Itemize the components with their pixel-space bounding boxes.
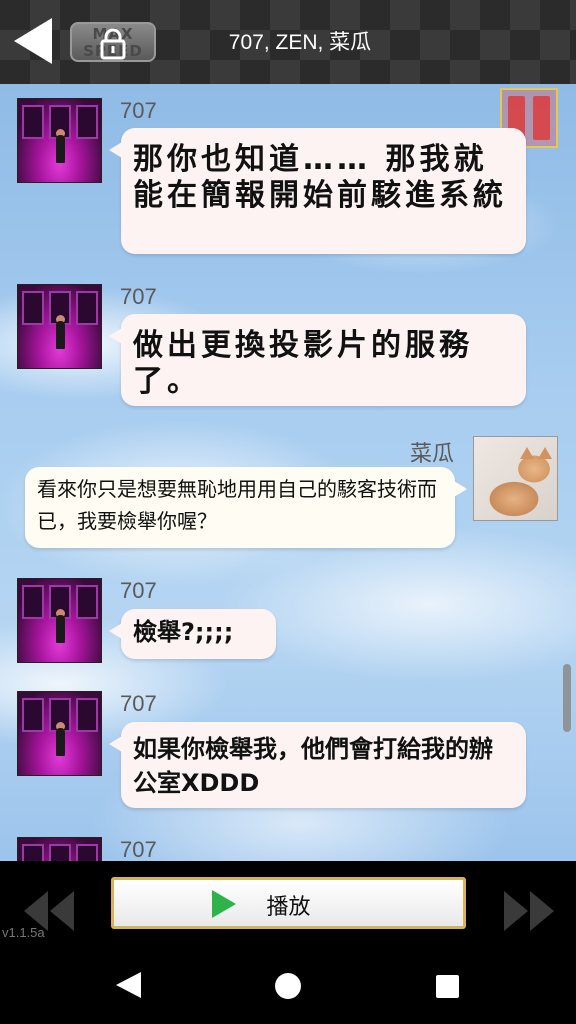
pause-icon-bar <box>533 96 550 140</box>
avatar-707[interactable] <box>17 284 102 369</box>
chat-header: MAX SPEED 707, ZEN, 菜瓜 <box>0 0 576 84</box>
sender-name: 707 <box>120 691 157 716</box>
lock-icon <box>100 28 126 60</box>
sender-name: 707 <box>120 284 157 309</box>
message-text: 做出更換投影片的服務了。 <box>133 328 473 399</box>
message-bubble: 如果你檢舉我，他們會打給我的辦公室XDDD <box>109 722 526 808</box>
playback-controls: v1.1.5a 播放 <box>0 861 576 943</box>
message-bubble: 那你也知道…… 那我就能在簡報開始前駭進系統 <box>109 128 526 254</box>
avatar-user[interactable] <box>473 436 558 521</box>
message-text: 那你也知道…… 那我就能在簡報開始前駭進系統 <box>133 142 507 213</box>
nav-home-icon[interactable] <box>275 973 301 999</box>
message-bubble: 看來你只是想要無恥地用用自己的駭客技術而已，我要檢舉你喔？ <box>25 467 467 548</box>
scrollbar[interactable] <box>563 664 571 732</box>
message-text: 檢舉?;;;; <box>133 618 234 646</box>
chat-log[interactable]: 707 那你也知道…… 那我就能在簡報開始前駭進系統 707 做出更換投影片的服… <box>0 84 576 861</box>
play-button[interactable]: 播放 <box>111 877 466 929</box>
max-speed-button[interactable]: MAX SPEED <box>70 22 156 62</box>
nav-recents-icon[interactable] <box>436 975 459 998</box>
back-arrow-icon <box>14 18 52 64</box>
chat-title: 707, ZEN, 菜瓜 <box>228 31 372 54</box>
sender-name: 707 <box>120 98 157 123</box>
avatar-707[interactable] <box>17 691 102 776</box>
message-bubble: 檢舉?;;;; <box>109 609 276 659</box>
nav-back-icon[interactable] <box>113 970 143 1000</box>
message-text: 看來你只是想要無恥地用用自己的駭客技術而已，我要檢舉你喔？ <box>37 477 437 533</box>
system-nav-bar <box>0 943 576 1024</box>
sender-name: 菜瓜 <box>410 441 455 466</box>
avatar-707[interactable] <box>17 837 102 861</box>
play-label: 播放 <box>266 895 311 920</box>
back-button[interactable] <box>10 16 56 66</box>
avatar-707[interactable] <box>17 98 102 183</box>
sender-name: 707 <box>120 578 157 603</box>
avatar-707[interactable] <box>17 578 102 663</box>
message-text: 如果你檢舉我，他們會打給我的辦公室XDDD <box>133 735 493 797</box>
version-label: v1.1.5a <box>2 925 45 940</box>
fast-forward-icon <box>504 891 554 931</box>
sender-name: 707 <box>120 837 157 861</box>
fast-forward-button[interactable] <box>498 887 558 935</box>
message-bubble: 做出更換投影片的服務了。 <box>109 314 526 406</box>
